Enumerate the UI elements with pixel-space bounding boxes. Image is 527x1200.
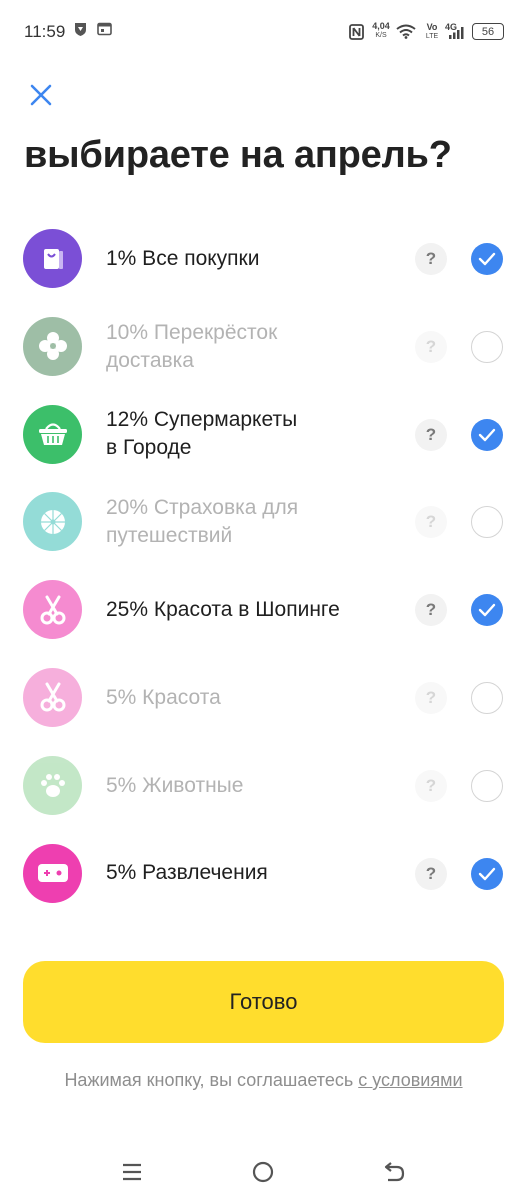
category-row-perekrestok[interactable]: 10% Перекрёсток доставка ? [0, 303, 527, 391]
recent-apps-button[interactable] [114, 1154, 150, 1190]
help-button[interactable]: ? [415, 418, 447, 451]
category-label: 1% Все покупки [106, 246, 260, 270]
category-checkbox[interactable] [471, 594, 503, 627]
back-arrow-icon [384, 1162, 405, 1182]
nfc-icon [349, 24, 364, 45]
category-label: 25% Красота в Шопинге [106, 598, 340, 622]
gamepad-icon [23, 843, 82, 903]
category-label: 5% Красота [106, 685, 221, 709]
category-checkbox[interactable] [471, 418, 503, 451]
help-button[interactable]: ? [415, 594, 447, 627]
battery-icon: 56 [472, 23, 504, 40]
help-button[interactable]: ? [415, 243, 447, 275]
scissors-icon [23, 580, 82, 640]
help-button[interactable]: ? [415, 681, 447, 714]
category-label: 12% Супермаркеты в Городе [106, 408, 298, 460]
clover-icon [23, 316, 82, 376]
home-circle-icon [252, 1161, 274, 1183]
help-button[interactable]: ? [415, 769, 447, 802]
category-row-all-purchases[interactable]: 1% Все покупки ? [0, 215, 527, 303]
calendar-notification-icon [97, 22, 112, 41]
done-button[interactable]: Готово [23, 961, 504, 1043]
checkmark-icon [478, 252, 496, 266]
shopping-bag-icon [23, 229, 82, 288]
category-list: 1% Все покупки ? 10% Перекрёсток доставк… [0, 215, 527, 917]
category-label: 5% Животные [106, 773, 244, 797]
terms-text: Нажимая кнопку, вы соглашаетесь [64, 1070, 359, 1090]
checkmark-icon [478, 603, 496, 617]
scissors-icon [23, 667, 82, 727]
network-speed: 4,04 K/S [372, 21, 390, 40]
system-nav-bar [0, 1140, 527, 1200]
wifi-icon [396, 24, 416, 44]
category-row-travel-insurance[interactable]: 20% Страховка для путешествий ? [0, 478, 527, 566]
status-bar: 11:59 4,04 K/S Vo LTE 4G 56 [0, 0, 527, 64]
shield-notification-icon [74, 22, 87, 42]
category-row-beauty-shopping[interactable]: 25% Красота в Шопинге ? [0, 566, 527, 654]
umbrella-icon [23, 492, 82, 552]
category-checkbox[interactable] [471, 506, 503, 539]
category-label: 10% Перекрёсток доставка [106, 320, 278, 372]
category-row-entertainment[interactable]: 5% Развлечения ? [0, 830, 527, 918]
volte-indicator: Vo LTE [425, 22, 439, 41]
category-label: 5% Развлечения [106, 861, 268, 885]
terms-link[interactable]: с условиями [358, 1070, 462, 1090]
category-checkbox[interactable] [471, 857, 503, 890]
battery-level: 56 [481, 25, 495, 38]
close-icon [30, 84, 52, 106]
category-checkbox[interactable] [471, 681, 503, 714]
category-checkbox[interactable] [471, 769, 503, 802]
category-row-beauty[interactable]: 5% Красота ? [0, 654, 527, 742]
category-row-animals[interactable]: 5% Животные ? [0, 742, 527, 830]
page-title: выбираете на апрель? [24, 134, 452, 176]
terms-notice: Нажимая кнопку, вы соглашаетесь с услови… [0, 1070, 527, 1091]
back-button[interactable] [377, 1154, 413, 1190]
checkmark-icon [478, 428, 496, 441]
home-button[interactable] [245, 1154, 281, 1190]
help-button[interactable]: ? [415, 330, 447, 363]
basket-icon [23, 404, 82, 464]
signal-icon [447, 26, 465, 45]
category-checkbox[interactable] [471, 330, 503, 363]
paw-icon [23, 755, 82, 815]
help-button[interactable]: ? [415, 857, 447, 890]
menu-icon [123, 1163, 141, 1181]
category-row-supermarkets[interactable]: 12% Супермаркеты в Городе ? [0, 391, 527, 479]
close-button[interactable] [20, 74, 62, 116]
category-checkbox[interactable] [471, 243, 503, 275]
status-time: 11:59 [24, 22, 66, 41]
checkmark-icon [478, 867, 496, 880]
help-button[interactable]: ? [415, 506, 447, 539]
category-label: 20% Страховка для путешествий [106, 496, 299, 548]
